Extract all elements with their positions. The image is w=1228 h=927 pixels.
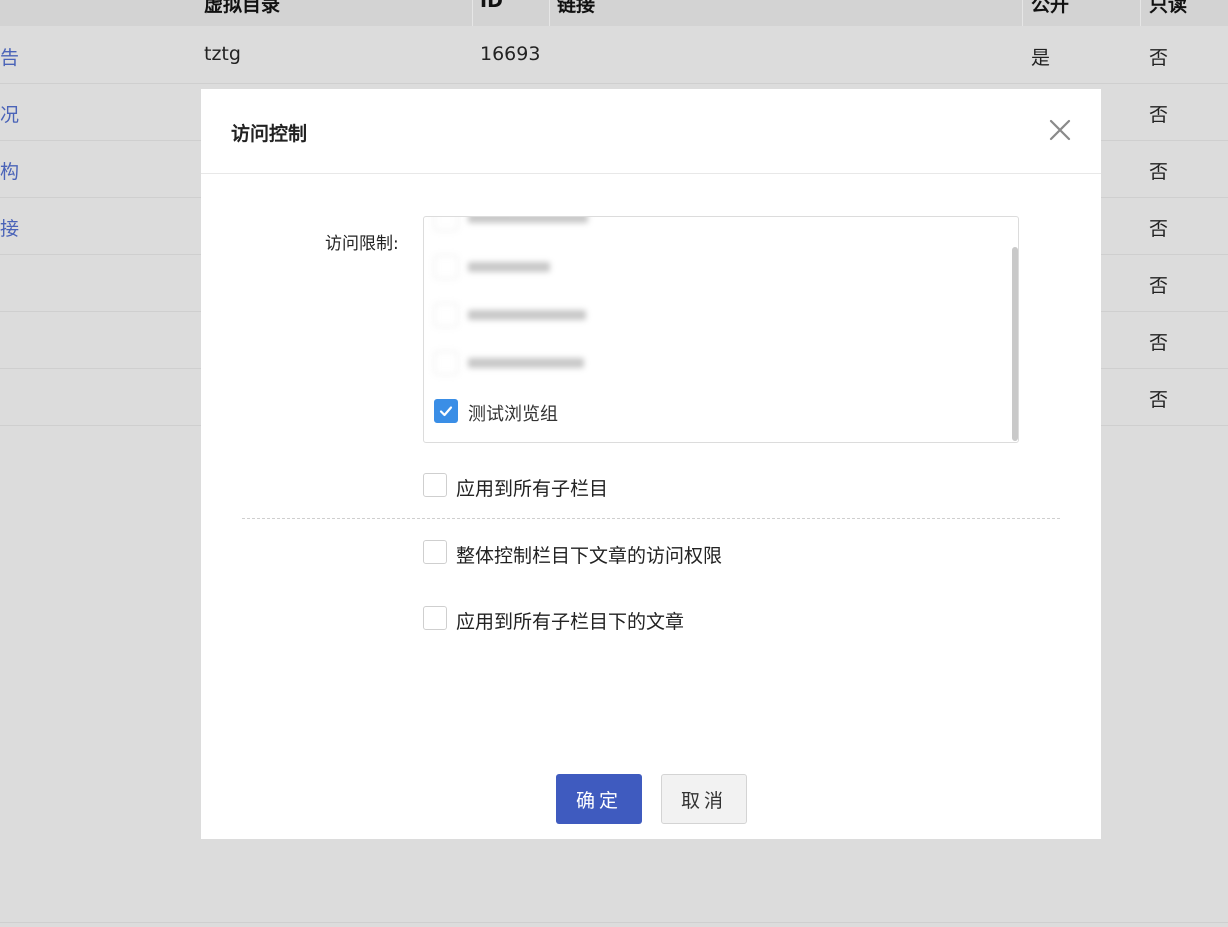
checkbox-redacted: [434, 255, 458, 279]
checkbox-redacted: [434, 217, 458, 231]
header-id: ID: [480, 0, 503, 12]
checkbox-apply-subcolumn-articles[interactable]: [423, 606, 447, 630]
row-name-link[interactable]: 接: [0, 214, 19, 241]
dialog-title: 访问控制: [231, 123, 308, 145]
row-readonly: 否: [1149, 332, 1169, 354]
apply-subcolumns-label: 应用到所有子栏目: [456, 478, 609, 500]
list-scrollbar[interactable]: [1012, 247, 1018, 441]
row-dir: tztg: [204, 43, 241, 65]
row-name-link[interactable]: 构: [0, 157, 19, 184]
redacted-text: [468, 262, 550, 272]
overall-article-access-label: 整体控制栏目下文章的访问权限: [456, 545, 723, 567]
section-divider: [242, 518, 1060, 519]
row-readonly: 否: [1149, 389, 1169, 411]
dialog-header: 访问控制: [201, 89, 1101, 174]
access-group-list[interactable]: 测试浏览组: [423, 216, 1019, 443]
row-readonly: 否: [1149, 275, 1169, 297]
apply-subcolumn-articles-label: 应用到所有子栏目下的文章: [456, 611, 685, 633]
redacted-text: [468, 310, 586, 320]
checkbox-overall-article-access[interactable]: [423, 540, 447, 564]
checkbox-redacted: [434, 303, 458, 327]
row-public: 是: [1031, 47, 1051, 69]
access-control-dialog: 访问控制 访问限制: 测试浏览组 应用到所有子栏目 整体控制栏目下文章的访问权限…: [201, 89, 1101, 839]
header-link: 链接: [557, 0, 596, 16]
row-id: 16693: [480, 43, 541, 65]
test-browse-group-label: 测试浏览组: [468, 404, 558, 425]
checkbox-apply-subcolumns[interactable]: [423, 473, 447, 497]
row-readonly: 否: [1149, 47, 1169, 69]
row-readonly: 否: [1149, 104, 1169, 126]
row-readonly: 否: [1149, 161, 1169, 183]
checkbox-test-browse-group[interactable]: [434, 399, 458, 423]
close-icon[interactable]: [1047, 117, 1073, 143]
cancel-button[interactable]: 取消: [661, 774, 747, 824]
redacted-text: [468, 217, 588, 223]
redacted-text: [468, 358, 584, 368]
header-public: 公开: [1031, 0, 1070, 16]
row-name-link[interactable]: 况: [0, 100, 19, 127]
row-readonly: 否: [1149, 218, 1169, 240]
checkbox-redacted: [434, 351, 458, 375]
access-limit-label: 访问限制:: [325, 234, 399, 254]
confirm-button[interactable]: 确定: [556, 774, 642, 824]
row-name-link[interactable]: 告: [0, 43, 19, 70]
table-row: 告 tztg 16693 是 否: [0, 26, 1228, 84]
table-bottom-border: [0, 922, 1228, 923]
check-icon: [439, 406, 453, 417]
header-virtual-dir: 虚拟目录: [204, 0, 281, 16]
table-header: 虚拟目录 ID 链接 公开 只读: [0, 0, 1228, 26]
header-readonly: 只读: [1149, 0, 1188, 16]
